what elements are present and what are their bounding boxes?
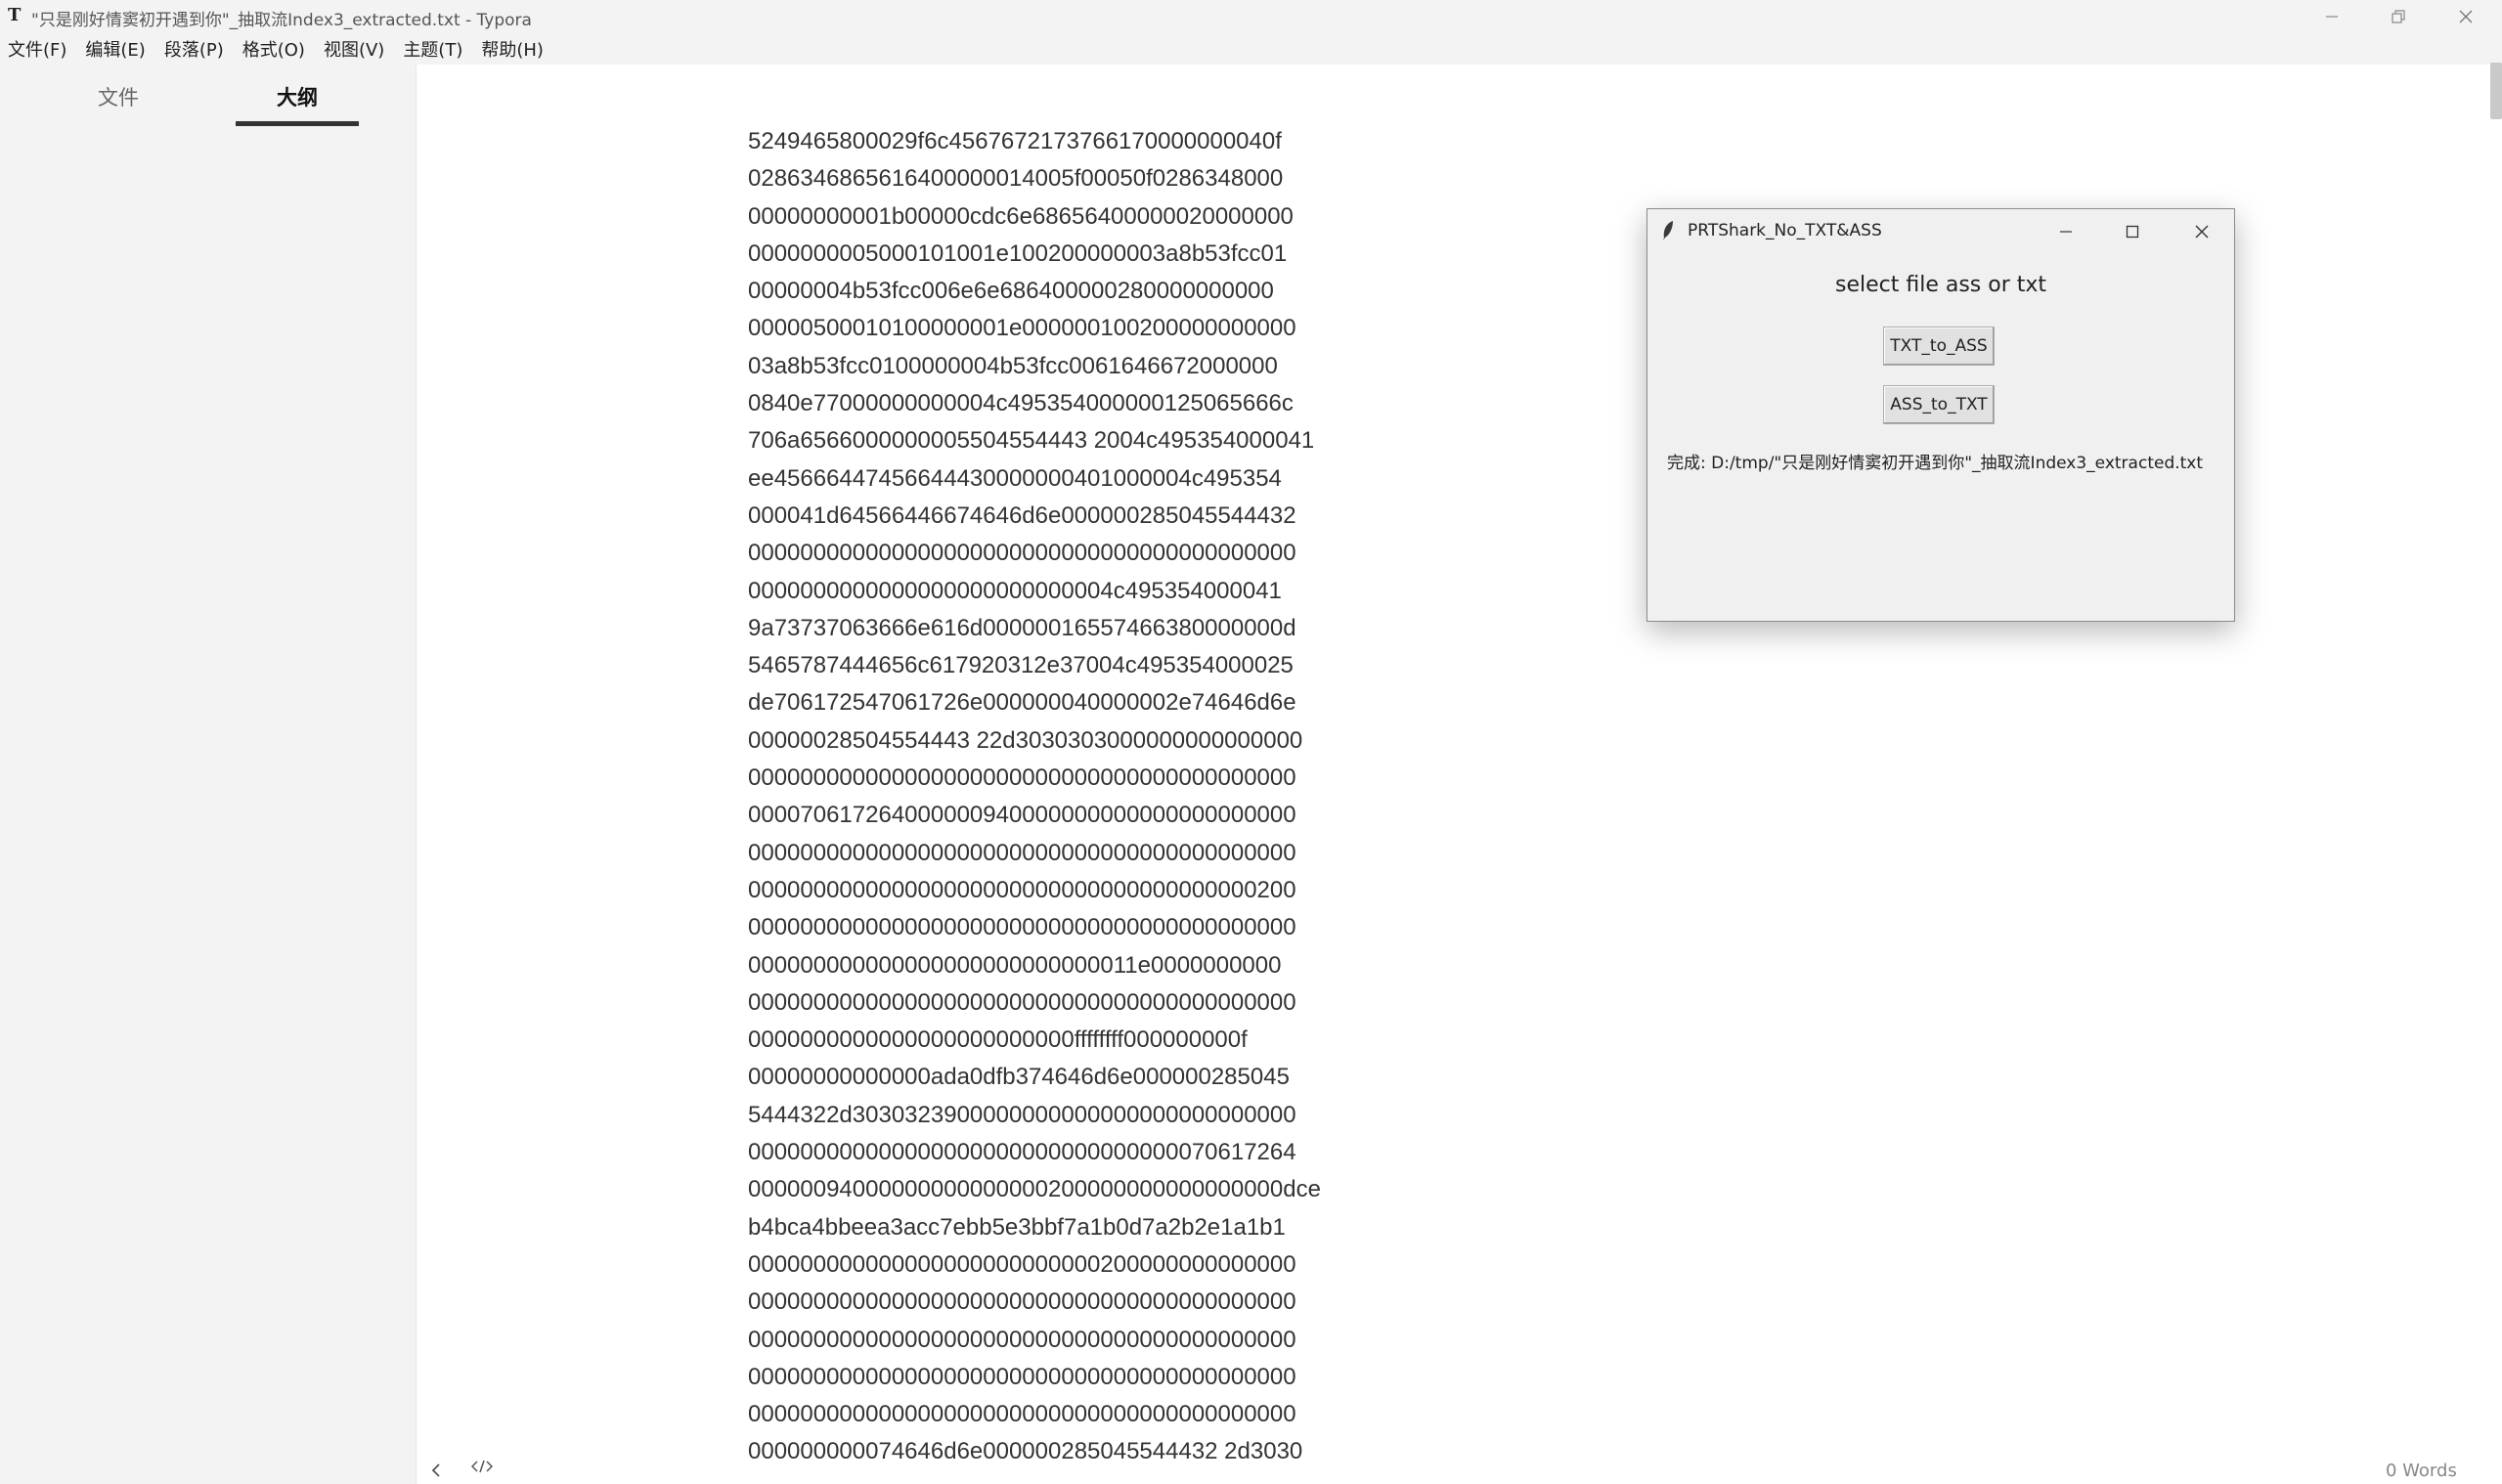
- chevron-left-icon: [431, 1463, 440, 1477]
- menu-format[interactable]: 格式(O): [242, 36, 305, 62]
- tab-files[interactable]: 文件: [98, 82, 139, 111]
- restore-icon: [2392, 10, 2405, 23]
- document-line[interactable]: 0000000000000000000000000002000000000000…: [748, 1246, 1321, 1284]
- document-line[interactable]: ee45666447456644430000000401000004c49535…: [748, 460, 1321, 498]
- document-line[interactable]: 0000706172640000009400000000000000000000…: [748, 797, 1321, 834]
- typora-icon: T: [8, 5, 22, 25]
- document-line[interactable]: 0840e77000000000004c49535400000012506566…: [748, 385, 1321, 422]
- minimize-icon: [2060, 231, 2072, 233]
- document-text[interactable]: 5249465800029f6c456767217376617000000004…: [748, 123, 1321, 1471]
- menu-edit[interactable]: 编辑(E): [85, 36, 145, 62]
- document-line[interactable]: 0000000005000101001e100200000003a8b53fcc…: [748, 236, 1321, 273]
- document-line[interactable]: 000000000074646d6e000000285045544432 2d3…: [748, 1433, 1321, 1470]
- menu-help[interactable]: 帮助(H): [481, 36, 544, 62]
- active-tab-indicator: [236, 121, 359, 126]
- document-line[interactable]: 0000000000000000000000000ffffffff0000000…: [748, 1022, 1321, 1059]
- document-line[interactable]: 00000000000000ada0dfb374646d6e0000002850…: [748, 1059, 1321, 1096]
- sidebar-toggle-button[interactable]: [430, 1460, 442, 1483]
- document-line[interactable]: 0000000000000000000000000000000000000000…: [748, 835, 1321, 872]
- txt-to-ass-button[interactable]: TXT_to_ASS: [1883, 327, 1995, 366]
- window-title: "只是刚好情窦初开遇到你"_抽取流Index3_extracted.txt - …: [31, 11, 532, 30]
- vertical-scrollbar-thumb[interactable]: [2490, 63, 2502, 119]
- document-line[interactable]: 0000000000000000000000000000000000000000…: [748, 984, 1321, 1022]
- document-line[interactable]: 0000000000000000000000000000000000000000…: [748, 1322, 1321, 1359]
- document-line[interactable]: 706a6566000000005504554443 2004c49535400…: [748, 422, 1321, 459]
- status-message: 完成: D:/tmp/"只是刚好情窦初开遇到你"_抽取流Index3_extra…: [1667, 454, 2204, 473]
- document-line[interactable]: 00000500010100000001e0000001002000000000…: [748, 310, 1321, 347]
- menu-bar: 文件(F) 编辑(E) 段落(P) 格式(O) 视图(V) 主题(T) 帮助(H…: [0, 33, 2502, 65]
- document-line[interactable]: 00000004b53fcc006e6e68640000028000000000…: [748, 273, 1321, 310]
- tab-outline[interactable]: 大纲: [277, 82, 318, 111]
- close-icon: [2459, 10, 2473, 23]
- menu-paragraph[interactable]: 段落(P): [164, 36, 224, 62]
- close-button[interactable]: [2432, 0, 2500, 33]
- word-count[interactable]: 0 Words: [2386, 1461, 2457, 1481]
- document-line[interactable]: 0000000000000000000000000000000000000000…: [748, 909, 1321, 946]
- prtshark-dialog: PRTShark_No_TXT&ASS select file ass or t…: [1646, 208, 2235, 622]
- document-line[interactable]: 03a8b53fcc0100000004b53fcc00616466720000…: [748, 348, 1321, 385]
- document-line[interactable]: 000000000000000000000000000011e000000000…: [748, 947, 1321, 984]
- restore-button[interactable]: [2364, 0, 2433, 33]
- document-line[interactable]: 0000000000000000000000000000000000000000…: [748, 1359, 1321, 1396]
- document-line[interactable]: b4bca4bbeea3acc7ebb5e3bbf7a1b0d7a2b2e1a1…: [748, 1209, 1321, 1246]
- close-icon: [2195, 225, 2209, 239]
- document-line[interactable]: 0000009400000000000000020000000000000000…: [748, 1171, 1321, 1208]
- document-line[interactable]: 9a73737063666e616d0000001655746638000000…: [748, 610, 1321, 647]
- code-icon: [470, 1460, 494, 1473]
- source-mode-button[interactable]: [470, 1459, 494, 1479]
- menu-file[interactable]: 文件(F): [8, 36, 66, 62]
- dialog-minimize-button[interactable]: [2037, 209, 2095, 254]
- document-line[interactable]: 0000000000000000000000000004c49535400004…: [748, 573, 1321, 610]
- minimize-button[interactable]: [2298, 0, 2366, 33]
- document-line[interactable]: 0000000000000000000000000000000000706172…: [748, 1134, 1321, 1171]
- document-line[interactable]: 000041d64566446674646d6e0000002850455444…: [748, 498, 1321, 535]
- ass-to-txt-button[interactable]: ASS_to_TXT: [1883, 385, 1995, 424]
- document-line[interactable]: 00000000001b00000cdc6e686564000000200000…: [748, 198, 1321, 236]
- document-line[interactable]: 0000000000000000000000000000000000000000…: [748, 760, 1321, 797]
- document-line[interactable]: 0000000000000000000000000000000000000000…: [748, 535, 1321, 572]
- dialog-maximize-button[interactable]: [2103, 209, 2162, 254]
- document-line[interactable]: 5444322d30303239000000000000000000000000…: [748, 1097, 1321, 1134]
- dialog-title-bar: PRTShark_No_TXT&ASS: [1647, 209, 2234, 254]
- menu-theme[interactable]: 主题(T): [403, 36, 462, 62]
- maximize-icon: [2126, 225, 2139, 239]
- dialog-title: PRTShark_No_TXT&ASS: [1688, 221, 1882, 240]
- feather-icon: [1661, 220, 1675, 245]
- minimize-icon: [2326, 16, 2338, 18]
- document-line[interactable]: de706172547061726e000000040000002e74646d…: [748, 684, 1321, 721]
- document-line[interactable]: 0286346865616400000014005f00050f02863480…: [748, 160, 1321, 197]
- sidebar: 文件 大纲: [0, 65, 417, 1484]
- dialog-prompt: select file ass or txt: [1834, 273, 2047, 297]
- document-line[interactable]: 00000028504554443 22d3030303000000000000…: [748, 722, 1321, 760]
- dialog-close-button[interactable]: [2173, 209, 2231, 254]
- document-line[interactable]: 5249465800029f6c456767217376617000000004…: [748, 123, 1321, 160]
- document-line[interactable]: 5465787444656c617920312e37004c4953540000…: [748, 647, 1321, 684]
- document-line[interactable]: 0000000000000000000000000000000000000000…: [748, 1284, 1321, 1321]
- menu-view[interactable]: 视图(V): [324, 36, 384, 62]
- title-bar: T "只是刚好情窦初开遇到你"_抽取流Index3_extracted.txt …: [0, 0, 2502, 33]
- document-line[interactable]: 0000000000000000000000000000000000000002…: [748, 872, 1321, 909]
- document-line[interactable]: 0000000000000000000000000000000000000000…: [748, 1396, 1321, 1433]
